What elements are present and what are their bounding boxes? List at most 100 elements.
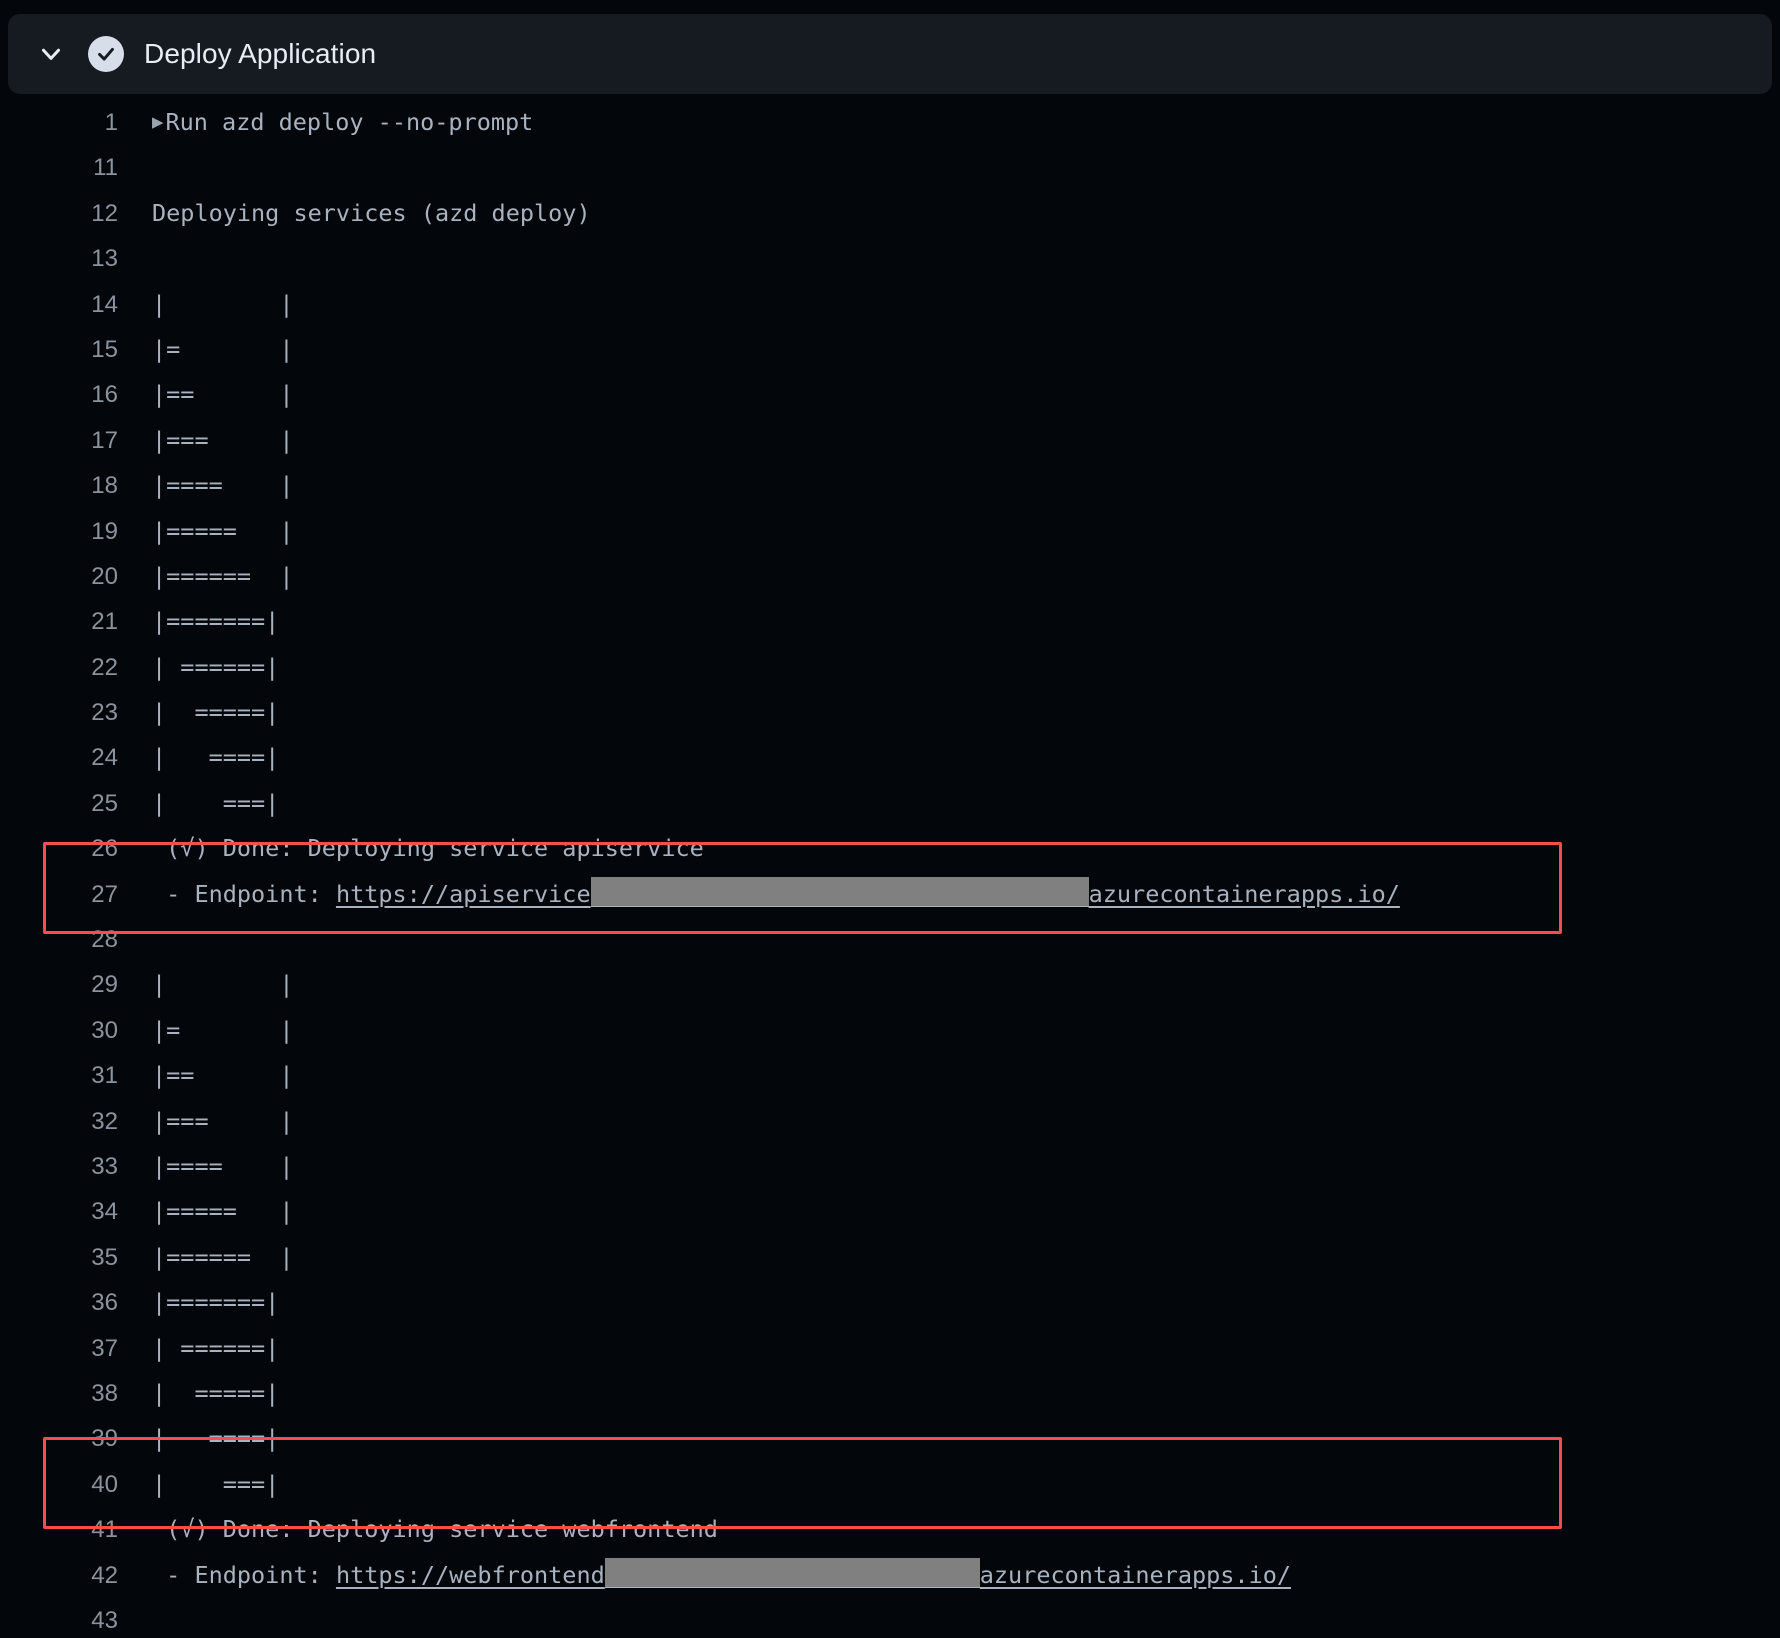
log-line-content: |== | bbox=[118, 372, 1780, 417]
log-line: 13 bbox=[0, 236, 1780, 281]
line-number: 11 bbox=[93, 154, 118, 182]
log-line: 24 | ====| bbox=[0, 735, 1780, 780]
log-text: |== | bbox=[152, 380, 294, 409]
log-line-content: |=======| bbox=[118, 599, 1780, 644]
log-line-content: |=======| bbox=[118, 1280, 1780, 1325]
log-line: 17 |=== | bbox=[0, 418, 1780, 463]
endpoint-link[interactable]: https://webfrontend bbox=[336, 1553, 605, 1598]
log-line: 32 |=== | bbox=[0, 1099, 1780, 1144]
log-text: |==== | bbox=[152, 1151, 294, 1180]
log-line-content: - Endpoint: https://apiservice azureconta… bbox=[118, 872, 1780, 917]
log-text: |=== | bbox=[152, 425, 294, 454]
log-line: 33 |==== | bbox=[0, 1144, 1780, 1189]
log-line-content: |====== | bbox=[118, 1235, 1780, 1280]
log-line: 37 | ======| bbox=[0, 1326, 1780, 1371]
line-number: 42 bbox=[91, 1561, 118, 1589]
log-text: | | bbox=[152, 289, 294, 318]
log-line-content: |===== | bbox=[118, 509, 1780, 554]
log-line-content: | =====| bbox=[118, 1371, 1780, 1416]
log-line: 39 | ====| bbox=[0, 1416, 1780, 1461]
line-number: 14 bbox=[91, 290, 118, 318]
log-line-content: | | bbox=[118, 962, 1780, 1007]
line-number: 41 bbox=[91, 1516, 118, 1544]
log-text: - Endpoint: bbox=[152, 1560, 336, 1589]
log-line-content: | ====| bbox=[118, 735, 1780, 780]
log-text: |=======| bbox=[152, 607, 280, 636]
line-number: 40 bbox=[91, 1470, 118, 1498]
line-number: 21 bbox=[91, 608, 118, 636]
line-number: 30 bbox=[91, 1016, 118, 1044]
line-number: 33 bbox=[91, 1152, 118, 1180]
line-number: 16 bbox=[91, 381, 118, 409]
log-line-content: | ===| bbox=[118, 781, 1780, 826]
log-text: |=======| bbox=[152, 1288, 280, 1317]
log-line: 21 |=======| bbox=[0, 599, 1780, 644]
log-line: 43 bbox=[0, 1598, 1780, 1638]
log-text: | ======| bbox=[152, 652, 280, 681]
line-number: 43 bbox=[91, 1606, 118, 1634]
line-number: 1 bbox=[104, 109, 118, 136]
log-line: 26 (√) Done: Deploying service apiservic… bbox=[0, 826, 1780, 871]
log-line: 25 | ===| bbox=[0, 781, 1780, 826]
page-title: Deploy Application bbox=[144, 38, 377, 69]
log-text: - Endpoint: bbox=[152, 879, 336, 908]
job-header[interactable]: Deploy Application bbox=[8, 14, 1772, 94]
line-number: 36 bbox=[91, 1289, 118, 1317]
log-line-content: |= | bbox=[118, 327, 1780, 372]
line-number: 27 bbox=[91, 880, 118, 908]
line-number: 34 bbox=[91, 1198, 118, 1226]
log-text: | ======| bbox=[152, 1333, 280, 1362]
log-text: | ===| bbox=[152, 788, 280, 817]
log-text: | =====| bbox=[152, 1378, 280, 1407]
endpoint-link-suffix[interactable]: azurecontainerapps.io/ bbox=[980, 1553, 1291, 1598]
log-line: 28 bbox=[0, 917, 1780, 962]
log-line: 12 Deploying services (azd deploy) bbox=[0, 191, 1780, 236]
log-line-content: |====== | bbox=[118, 554, 1780, 599]
log-text: | ===| bbox=[152, 1469, 280, 1498]
line-number: 23 bbox=[91, 699, 118, 727]
log-line-content: Deploying services (azd deploy) bbox=[118, 191, 1780, 236]
line-number: 22 bbox=[91, 653, 118, 681]
log-line: 16 |== | bbox=[0, 372, 1780, 417]
redacted-url-segment bbox=[604, 1558, 980, 1589]
log-line-content: |= | bbox=[118, 1008, 1780, 1053]
redacted-url-segment bbox=[590, 877, 1089, 908]
endpoint-link[interactable]: https://apiservice bbox=[336, 872, 591, 917]
log-line-content: |== | bbox=[118, 1053, 1780, 1098]
play-triangle-icon[interactable]: ▶ bbox=[152, 113, 163, 132]
endpoint-link-suffix[interactable]: azurecontainerapps.io/ bbox=[1089, 872, 1400, 917]
log-text: | ====| bbox=[152, 743, 280, 772]
line-number: 13 bbox=[91, 245, 118, 273]
log-line: 1 ▶ Run azd deploy --no-prompt bbox=[0, 100, 1780, 145]
log-line: 15 |= | bbox=[0, 327, 1780, 372]
log-line-content: | ===| bbox=[118, 1462, 1780, 1507]
log-line: 20 |====== | bbox=[0, 554, 1780, 599]
log-text: | | bbox=[152, 970, 294, 999]
log-text: |= | bbox=[152, 334, 294, 363]
log-text: |===== | bbox=[152, 516, 294, 545]
log-text: | ====| bbox=[152, 1424, 280, 1453]
line-number: 24 bbox=[91, 744, 118, 772]
chevron-down-icon[interactable] bbox=[34, 37, 68, 71]
log-text: |= | bbox=[152, 1015, 294, 1044]
line-number: 15 bbox=[91, 335, 118, 363]
log-line-content: (√) Done: Deploying service webfrontend bbox=[118, 1507, 1780, 1552]
log-output[interactable]: 1 ▶ Run azd deploy --no-prompt 11 12 Deployin… bbox=[0, 100, 1780, 1638]
log-line: 22 | ======| bbox=[0, 645, 1780, 690]
line-number: 28 bbox=[91, 926, 118, 954]
log-line: 35 |====== | bbox=[0, 1235, 1780, 1280]
line-number: 25 bbox=[91, 789, 118, 817]
log-line-content: ▶ Run azd deploy --no-prompt bbox=[118, 100, 1780, 145]
log-line: 11 bbox=[0, 145, 1780, 190]
log-line-content: - Endpoint: https://webfrontend azurecont… bbox=[118, 1553, 1780, 1598]
log-line: 19 |===== | bbox=[0, 509, 1780, 554]
line-number: 29 bbox=[91, 971, 118, 999]
line-number: 20 bbox=[91, 562, 118, 590]
log-line-content: | ======| bbox=[118, 1326, 1780, 1371]
line-number: 35 bbox=[91, 1243, 118, 1271]
log-text: | =====| bbox=[152, 698, 280, 727]
log-text: Deploying services (azd deploy) bbox=[152, 198, 591, 227]
log-line-content: | ====| bbox=[118, 1416, 1780, 1461]
log-text: (√) Done: Deploying service apiservice bbox=[152, 834, 704, 863]
log-line: 18 |==== | bbox=[0, 463, 1780, 508]
